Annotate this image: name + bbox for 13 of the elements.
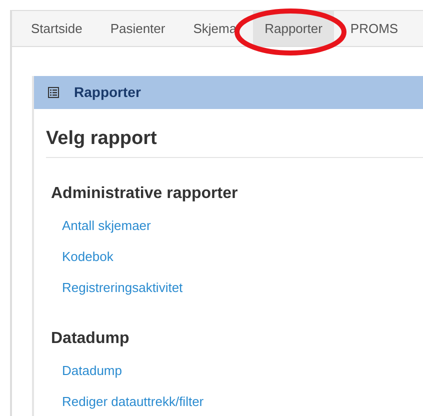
nav-tab[interactable]: Pasienter <box>98 11 178 46</box>
report-link[interactable]: Kodebok <box>62 246 114 266</box>
section-heading: Datadump <box>51 329 130 349</box>
report-link[interactable]: Datadump <box>62 360 122 380</box>
panel-title: Rapporter <box>74 83 141 102</box>
nav-tab[interactable]: PROMS <box>338 11 410 46</box>
report-link[interactable]: Rediger datauttrekk/filter <box>62 392 204 412</box>
report-link[interactable]: Antall skjemaer <box>62 216 151 236</box>
report-link[interactable]: Registreringsaktivitet <box>62 278 183 298</box>
section-heading: Administrative rapporter <box>51 184 239 204</box>
page-heading: Velg rapport <box>46 127 158 151</box>
nav-tab[interactable]: Skjema <box>181 11 249 46</box>
nav-tab[interactable]: Startside <box>19 11 94 46</box>
